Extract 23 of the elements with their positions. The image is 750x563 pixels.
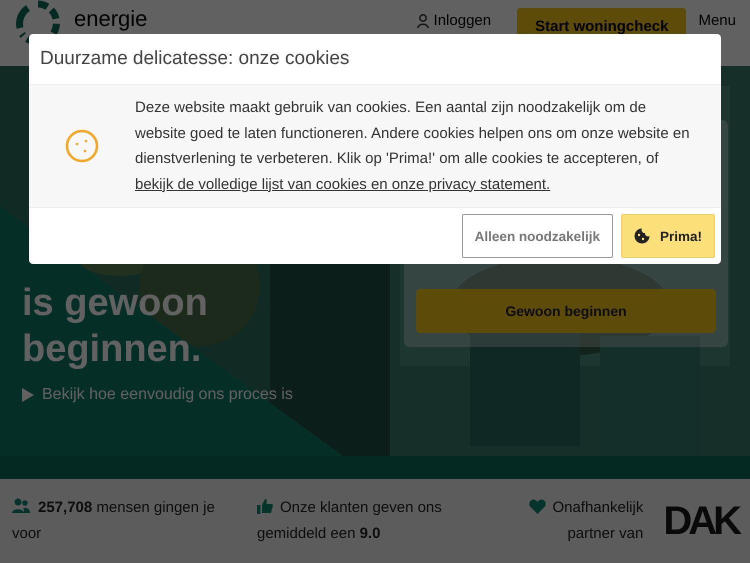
cookie-message: Deze website maakt gebruik van cookies. Een aantal zijn noodzakelijk om de website goed te laten functioneren. Andere cookies helpen ons om onze website en dienstverlening te verbeteren. Klik op 'Prima!' om alle cookies te accepteren, of bekijk de volledige lijst van cookies en onze privacy statement. [135, 98, 691, 194]
cookie-icon [65, 129, 99, 163]
logo-text: energie [74, 7, 148, 31]
video-link[interactable]: Bekijk hoe eenvoudig ons proces is [22, 386, 293, 404]
start-button[interactable]: Gewoon beginnen [416, 289, 716, 333]
accept-button[interactable]: Prima! [620, 214, 715, 258]
cookie-icon [634, 228, 650, 244]
stat-text: Onafhankelijk partner van [503, 495, 644, 547]
privacy-link[interactable]: bekijk de volledige lijst van cookies en onze privacy statement. [135, 176, 550, 192]
heart-icon [529, 499, 546, 514]
play-icon [22, 388, 34, 402]
people-icon [12, 498, 30, 514]
hero-title: is gewoon beginnen. [22, 281, 209, 372]
login-link[interactable]: Inloggen [416, 12, 492, 30]
dialog-title: Duurzame delicatesse: onze cookies [39, 47, 350, 71]
person-icon [416, 14, 429, 28]
logo-icon [14, 0, 62, 46]
stat-text: 257,708 mensen gingen je voor [12, 497, 216, 544]
stat-text: Onze klanten geven ons gemiddeld een 9.0 [257, 497, 443, 544]
partner-logo: DAK [663, 498, 738, 544]
menu-link[interactable]: Menu [698, 12, 736, 30]
thumbs-up-icon [257, 498, 273, 514]
necessary-only-button[interactable]: Alleen noodzakelijk [462, 214, 613, 258]
